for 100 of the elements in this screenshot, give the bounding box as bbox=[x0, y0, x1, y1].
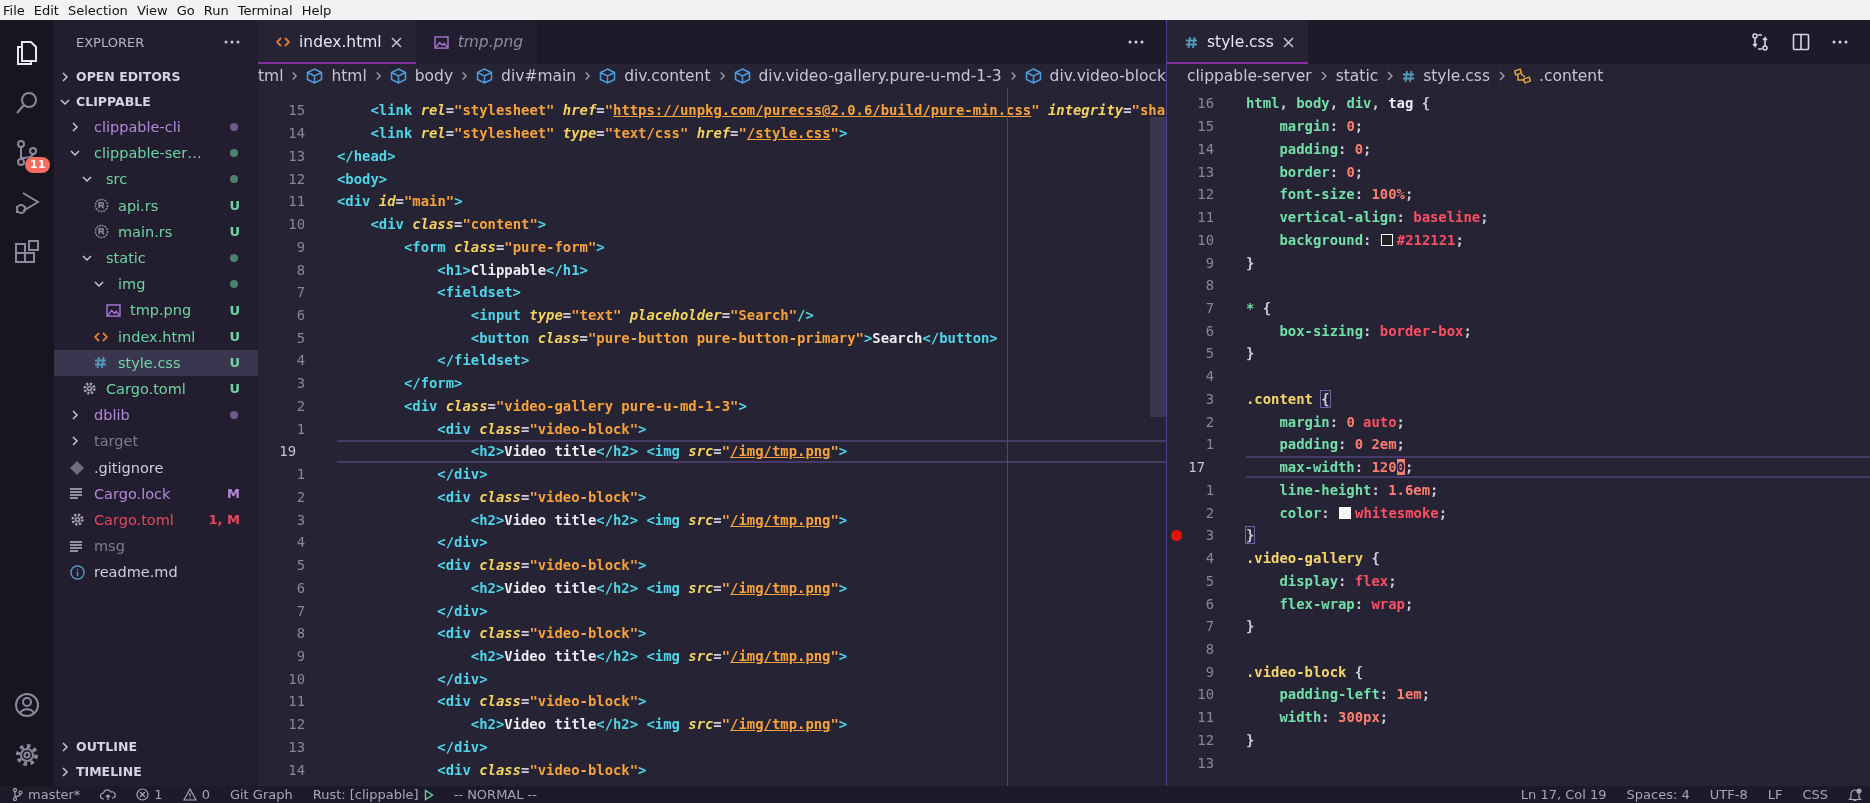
code-text: line-height: 1.6em; bbox=[1278, 481, 1439, 498]
tree-item[interactable]: api.rs U bbox=[54, 192, 258, 219]
status-item[interactable]: Rust: [clippable] bbox=[312, 787, 434, 802]
more-icon[interactable] bbox=[1832, 40, 1848, 44]
code-text: } bbox=[1246, 731, 1255, 748]
chevron-right-icon bbox=[374, 70, 382, 82]
editor-tab[interactable]: tmp.png bbox=[415, 20, 538, 64]
breadcrumb[interactable]: style.css bbox=[1402, 67, 1490, 85]
git-status: 1, M bbox=[208, 512, 240, 528]
breadcrumb[interactable]: body bbox=[389, 67, 454, 85]
code-text: max-width: 1200; bbox=[1278, 459, 1414, 476]
status-item[interactable]: Spaces: 4 bbox=[1626, 787, 1690, 802]
line-number: 7 bbox=[1205, 299, 1214, 316]
account-icon[interactable] bbox=[13, 691, 41, 719]
code-text: <div class="video-block"> bbox=[436, 693, 647, 710]
tree-item[interactable]: main.rs U bbox=[54, 218, 258, 245]
breadcrumb[interactable]: tml bbox=[258, 67, 284, 85]
tree-item[interactable]: index.html U bbox=[54, 323, 258, 350]
code-text: <body> bbox=[337, 170, 388, 187]
image-icon bbox=[433, 35, 449, 49]
split-editor-icon[interactable] bbox=[1792, 33, 1810, 51]
breadcrumb[interactable]: static bbox=[1335, 67, 1379, 85]
menu-item[interactable]: Help bbox=[298, 2, 338, 18]
warning-count[interactable]: 0 bbox=[182, 787, 210, 802]
tree-item[interactable]: msg bbox=[54, 533, 258, 560]
menu-item[interactable]: Selection bbox=[64, 2, 134, 18]
menu-item[interactable]: Terminal bbox=[234, 2, 299, 18]
menu-item[interactable]: Go bbox=[173, 2, 201, 18]
tree-item[interactable]: tmp.png U bbox=[54, 297, 258, 324]
file-name: src bbox=[106, 171, 128, 188]
line-number: 14 bbox=[288, 761, 305, 778]
breadcrumb[interactable]: div.video-block bbox=[1024, 67, 1166, 85]
status-item[interactable]: Git Graph bbox=[229, 787, 293, 802]
tree-item[interactable]: img bbox=[54, 271, 258, 298]
line-number: 8 bbox=[1205, 277, 1214, 294]
line-number: 12 bbox=[1197, 186, 1214, 203]
tree-item[interactable]: clippable-ser… bbox=[54, 140, 258, 167]
section-header[interactable]: OPEN EDITORS bbox=[54, 64, 258, 89]
code-text: <button class="pure-button pure-button-primary">Search</button> bbox=[469, 329, 998, 346]
tree-item[interactable]: style.css U bbox=[54, 349, 258, 376]
line-number: 14 bbox=[288, 125, 305, 142]
tree-item[interactable]: clippable-cli bbox=[54, 114, 258, 141]
status-item[interactable]: Ln 17, Col 19 bbox=[1520, 787, 1607, 802]
cloud-upload-icon[interactable] bbox=[100, 788, 117, 801]
breadcrumb[interactable]: html bbox=[306, 67, 367, 85]
menu-item[interactable]: Run bbox=[200, 2, 235, 18]
file-name: tmp.png bbox=[130, 302, 192, 319]
code-text: <h2>Video title</h2> <img src="/img/tmp.png"> bbox=[469, 648, 848, 664]
tree-item[interactable]: dblib bbox=[54, 402, 258, 429]
breadcrumb[interactable]: div.content bbox=[599, 67, 711, 85]
line-number: 10 bbox=[288, 670, 305, 687]
line-number: 12 bbox=[288, 716, 305, 733]
more-icon[interactable] bbox=[224, 40, 240, 44]
tree-item[interactable]: static bbox=[54, 244, 258, 272]
tree-item[interactable]: .gitignore bbox=[54, 454, 258, 481]
error-count[interactable]: 1 bbox=[136, 787, 163, 802]
image-icon bbox=[106, 303, 121, 317]
status-item[interactable]: CSS bbox=[1802, 787, 1828, 802]
git-status: U bbox=[229, 224, 240, 240]
code-text: background: bbox=[1278, 231, 1373, 248]
more-icon[interactable] bbox=[1128, 40, 1144, 44]
compare-icon[interactable] bbox=[1750, 32, 1770, 52]
code-text: <h2>Video title</h2> <img src="/img/tmp.png"> bbox=[469, 511, 848, 528]
breadcrumb[interactable]: div#main bbox=[476, 67, 577, 85]
settings-icon[interactable] bbox=[13, 741, 41, 769]
editor-tab[interactable]: style.css bbox=[1167, 20, 1308, 64]
section-header[interactable]: OUTLINE bbox=[54, 734, 258, 759]
scrollbar-thumb[interactable] bbox=[1150, 117, 1166, 417]
line-number: 13 bbox=[1197, 754, 1214, 771]
breadcrumb[interactable]: .content bbox=[1514, 67, 1604, 85]
close-icon[interactable] bbox=[390, 36, 402, 48]
section-header[interactable]: CLIPPABLE bbox=[54, 89, 258, 114]
menu-item[interactable]: Edit bbox=[30, 2, 65, 18]
run-debug-icon[interactable] bbox=[13, 189, 41, 217]
menu-item[interactable]: File bbox=[0, 2, 31, 18]
color-swatch-icon[interactable] bbox=[1339, 506, 1351, 519]
tree-item[interactable]: readme.md bbox=[54, 559, 258, 586]
menu-item[interactable]: View bbox=[133, 2, 174, 18]
breadcrumb[interactable]: clippable-server bbox=[1187, 67, 1312, 85]
color-swatch-icon[interactable] bbox=[1380, 233, 1393, 246]
bell-icon[interactable] bbox=[1848, 787, 1862, 802]
status-item[interactable]: LF bbox=[1767, 787, 1783, 802]
editor-tab[interactable]: index.html bbox=[258, 20, 416, 64]
tree-item[interactable]: Cargo.lock M bbox=[54, 480, 258, 507]
file-name: readme.md bbox=[94, 564, 178, 581]
breakpoint-icon[interactable] bbox=[1171, 529, 1182, 541]
status-item[interactable]: -- NORMAL -- bbox=[453, 787, 537, 802]
tree-item[interactable]: target bbox=[54, 428, 258, 455]
close-icon[interactable] bbox=[1282, 36, 1294, 48]
tree-item[interactable]: src bbox=[54, 166, 258, 193]
status-item[interactable]: UTF-8 bbox=[1709, 787, 1748, 802]
line-number: 5 bbox=[1205, 345, 1214, 362]
section-header[interactable]: TIMELINE bbox=[54, 759, 258, 784]
code-text: <h2>Video title</h2> <img src="/img/tmp.png"> bbox=[469, 443, 848, 460]
branch-status[interactable]: master* bbox=[12, 787, 81, 802]
line-number: 11 bbox=[1197, 709, 1214, 726]
file-name: clippable-ser… bbox=[94, 145, 202, 162]
tree-item[interactable]: Cargo.toml U bbox=[54, 375, 258, 403]
breadcrumb[interactable]: div.video-gallery.pure-u-md-1-3 bbox=[733, 67, 1002, 85]
tree-item[interactable]: Cargo.toml 1, M bbox=[54, 506, 258, 533]
